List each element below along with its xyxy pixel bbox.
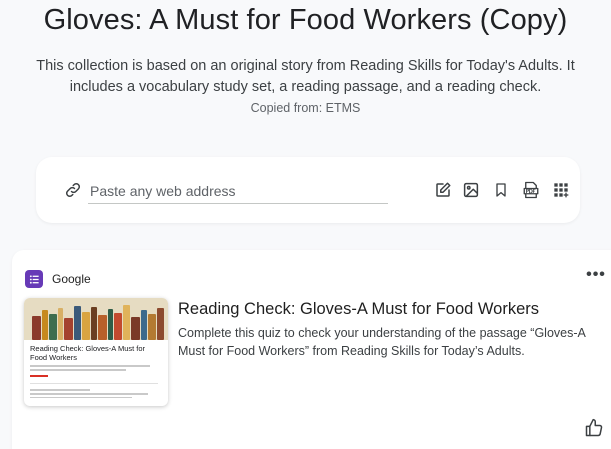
image-icon	[463, 182, 479, 198]
qr-code-icon	[554, 183, 569, 198]
add-pdf-button[interactable]	[520, 179, 542, 201]
bookmark-icon	[496, 183, 506, 197]
url-input-card	[36, 157, 580, 223]
link-icon	[65, 182, 81, 198]
thumbnail-title: Reading Check: Gloves-A Must for Food Wo…	[30, 344, 146, 362]
add-qr-button[interactable]	[550, 179, 572, 201]
web-address-input[interactable]	[88, 178, 388, 204]
collection-description: This collection is based on an original …	[36, 58, 575, 95]
note-edit-icon	[436, 182, 451, 197]
item-title-link[interactable]: Reading Check: Gloves-A Must for Food Wo…	[178, 300, 608, 319]
thumbnail-body: Reading Check: Gloves-A Must for Food Wo…	[24, 340, 168, 398]
page: Gloves: A Must for Food Workers (Copy) T…	[0, 0, 611, 449]
item-description: Complete this quiz to check your underst…	[178, 326, 586, 358]
add-bookmark-button[interactable]	[490, 179, 512, 201]
pdf-icon	[523, 181, 539, 199]
google-forms-icon	[25, 270, 43, 288]
thumbnail-banner	[24, 298, 168, 340]
item-source: Google	[52, 272, 91, 286]
thumbs-up-icon	[585, 418, 603, 437]
copied-from-text: Copied from: ETMS	[250, 101, 361, 115]
collection-item-card[interactable]: Google ••• Reading Check: Gloves-A Must …	[12, 250, 611, 449]
add-note-button[interactable]	[432, 179, 454, 201]
page-title: Gloves: A Must for Food Workers (Copy)	[43, 4, 568, 36]
like-button[interactable]	[584, 418, 606, 440]
add-image-button[interactable]	[460, 179, 482, 201]
item-thumbnail[interactable]: Reading Check: Gloves-A Must for Food Wo…	[24, 298, 168, 406]
more-options-button[interactable]: •••	[584, 266, 608, 286]
